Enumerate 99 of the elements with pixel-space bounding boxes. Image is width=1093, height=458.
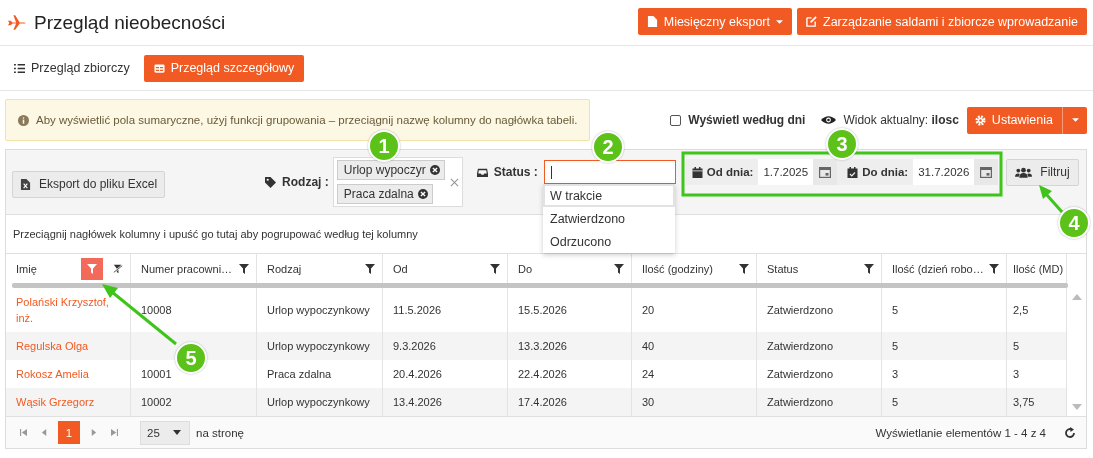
table-cell-text: 20 [642, 303, 655, 318]
table-cell-text: 3 [1013, 367, 1020, 382]
page-title: Przegląd nieobecności [34, 11, 226, 34]
tag-icon [265, 176, 277, 188]
clear-icon[interactable] [449, 177, 459, 187]
calendar-icon [819, 166, 832, 178]
callout-badge: 2 [592, 131, 624, 163]
table-cell-text: 13.4.2026 [393, 395, 442, 410]
info-icon [18, 114, 29, 126]
table-cell-text: Urlop wypoczynkowy [267, 339, 370, 354]
caret-icon [1072, 118, 1079, 122]
next-page-icon[interactable] [90, 429, 97, 436]
table-cell-text: 5 [892, 339, 899, 354]
type-multiselect[interactable]: Urlop wypoczyr Praca zdalna [332, 157, 463, 207]
current-view-text: Widok aktualny: ilosc [843, 113, 959, 127]
caret-icon [173, 430, 181, 435]
filter-icon[interactable] [239, 263, 249, 274]
filter-icon[interactable] [365, 263, 375, 274]
table-cell-text: 10002 [141, 395, 172, 410]
last-page-icon[interactable] [111, 429, 118, 436]
table-cell-text: 9.3.2026 [393, 339, 436, 354]
edit-icon [806, 16, 817, 27]
type-tag[interactable]: Urlop wypoczyr [336, 160, 445, 180]
status-option[interactable]: Odrzucono [543, 230, 675, 253]
table-cell-text: Urlop wypoczynkowy [267, 395, 370, 410]
date-picker-button[interactable] [974, 159, 999, 185]
users-icon [1015, 166, 1033, 178]
arrow [1039, 185, 1064, 213]
page-size-select[interactable]: 25 [140, 420, 190, 445]
inbox-icon [476, 166, 488, 178]
status-input[interactable] [543, 160, 676, 184]
list-icon [14, 62, 25, 74]
clear-filter-icon[interactable] [113, 263, 123, 274]
checkbox-label: Wyświetl według dni [688, 113, 806, 127]
table-cell-text: 40 [642, 339, 655, 354]
pager-summary: Wyświetlanie elementów 1 - 4 z 4 [875, 426, 1046, 439]
document-icon [646, 16, 658, 27]
status-option[interactable]: W trakcie [543, 184, 675, 207]
group-hint-text: Przeciągnij nagłówek kolumny i upuść go tutaj aby pogrupować według tej kolumny [13, 228, 418, 240]
table-cell-text: 5 [892, 303, 899, 318]
table-cell-text: 3 [892, 367, 899, 382]
table-cell-text: 30 [642, 395, 655, 410]
status-filter-label: Status : [493, 165, 538, 179]
export-button[interactable]: Eksport do pliku Excel [12, 170, 166, 198]
filter-button[interactable]: Filtruj [1006, 158, 1079, 186]
date-to-field[interactable]: 31.7.2026 [913, 159, 975, 185]
remove-icon[interactable] [417, 189, 428, 199]
table-cell-text: 10008 [141, 303, 172, 318]
filter-icon[interactable] [614, 263, 624, 274]
table-cell-text: Zatwierdzono [767, 303, 834, 318]
date-from-label: Od dnia: [706, 166, 754, 178]
date-to-label: Do dnia: [862, 166, 909, 178]
filter-icon[interactable] [490, 263, 500, 274]
filter-icon[interactable] [864, 263, 874, 274]
remove-icon[interactable] [429, 165, 440, 175]
table-cell-text: 17.4.2026 [518, 395, 567, 410]
filter-icon[interactable] [989, 263, 999, 274]
status-option[interactable]: Zatwierdzono [543, 207, 675, 230]
table-cell-text: 5 [1013, 339, 1020, 354]
filter-icon[interactable] [739, 263, 749, 274]
table-cell-text: 15.5.2026 [518, 303, 567, 318]
callout-badge: 5 [175, 342, 207, 374]
refresh-icon[interactable] [1064, 426, 1076, 439]
table-cell-text: 10001 [141, 367, 172, 382]
gear-icon [974, 114, 986, 126]
callout-badge: 4 [1058, 207, 1090, 239]
table-cell-text: 20.4.2026 [393, 367, 442, 382]
view-tab[interactable]: Przegląd zbiorczy [8, 54, 136, 82]
per-page-label: na stronę [196, 426, 244, 439]
table-cell-text: 22.4.2026 [518, 367, 567, 382]
checkbox[interactable] [670, 114, 682, 126]
table-cell-text: Urlop wypoczynkowy [267, 303, 370, 318]
calendar-icon [691, 166, 703, 178]
table-cell-text: Zatwierdzono [767, 367, 834, 382]
table-cell-text: 3,75 [1013, 395, 1035, 410]
date-picker-button[interactable] [813, 159, 838, 185]
type-filter-label: Rodzaj : [282, 175, 329, 189]
excel-file-icon [20, 178, 31, 190]
table-cell-text: Zatwierdzono [767, 395, 834, 410]
table-cell-text: Zatwierdzono [767, 339, 834, 354]
calendar-check-icon [847, 166, 859, 178]
table-cell-text: 5 [892, 395, 899, 410]
callout-badge: 3 [826, 128, 858, 160]
horizontal-scrollbar[interactable] [12, 283, 1068, 288]
table-cell-text: 11.5.2026 [393, 303, 442, 318]
previous-page-icon[interactable] [41, 429, 48, 436]
table-cell-text: 24 [642, 367, 655, 382]
table-cell-text: Praca zdalna [267, 367, 332, 382]
first-page-icon[interactable] [20, 429, 27, 436]
table-cell-text: 2,5 [1013, 303, 1029, 318]
date-from-field[interactable]: 1.7.2025 [758, 159, 814, 185]
eye-icon [821, 115, 837, 125]
table-icon [153, 62, 165, 74]
table-cell-text: 13.3.2026 [518, 339, 567, 354]
type-tag[interactable]: Praca zdalna [336, 184, 433, 204]
calendar-icon [980, 166, 993, 178]
info-text: Aby wyświetlić pola sumaryczne, użyj funkcji grupowania – przeciągnij nazwę kolumny do nagłówka tabeli. [36, 114, 578, 126]
caret-icon [776, 19, 783, 24]
employee-name-link[interactable]: Polański Krzysztof, inż. [16, 294, 120, 326]
